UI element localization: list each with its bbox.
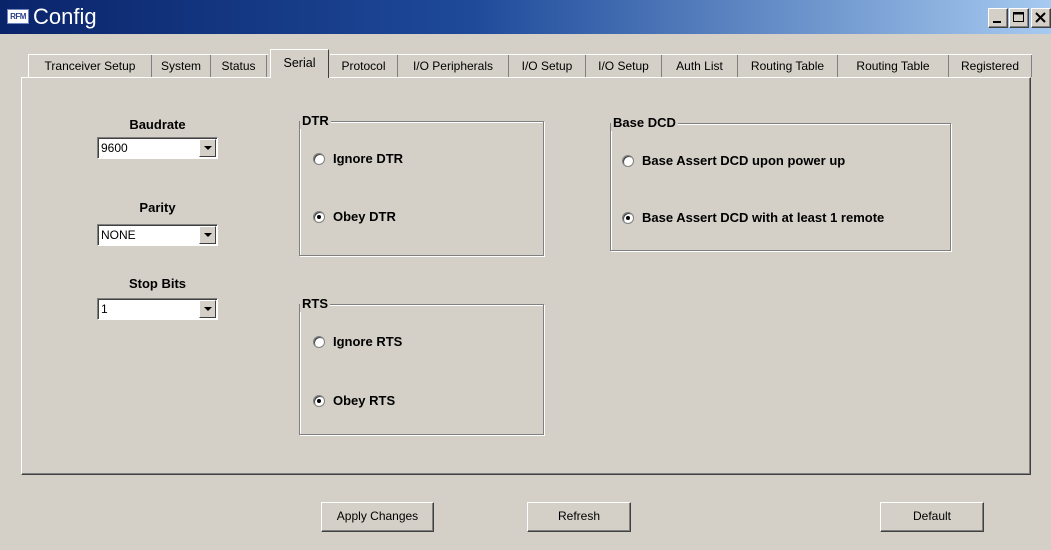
radio-unchecked-icon [622, 155, 634, 167]
obey-dtr-label: Obey DTR [333, 209, 396, 224]
tab-status[interactable]: Status [211, 55, 267, 77]
close-button[interactable] [1031, 8, 1051, 28]
radio-unchecked-icon [313, 153, 325, 165]
app-icon: RFM [7, 9, 29, 24]
radio-checked-icon [313, 395, 325, 407]
tab-routing-table-1[interactable]: Routing Table [738, 55, 838, 77]
ignore-rts-label: Ignore RTS [333, 334, 403, 349]
tab-protocol[interactable]: Protocol [330, 55, 398, 77]
apply-changes-button[interactable]: Apply Changes [321, 502, 434, 532]
radio-unchecked-icon [313, 336, 325, 348]
base-dcd-group: Base DCD [610, 115, 951, 251]
parity-label: Parity [139, 200, 176, 215]
stop-bits-value: 1 [101, 302, 108, 316]
obey-rts-label: Obey RTS [333, 393, 396, 408]
tab-io-setup-1[interactable]: I/O Setup [509, 55, 586, 77]
dtr-group-title: DTR [300, 113, 331, 129]
base-dcd-group-title: Base DCD [611, 115, 678, 131]
close-icon [1035, 12, 1046, 23]
minimize-button[interactable] [988, 8, 1008, 28]
tab-auth-list[interactable]: Auth List [662, 55, 738, 77]
stop-bits-select[interactable]: 1 [97, 298, 218, 320]
tab-routing-table-2[interactable]: Routing Table [838, 55, 949, 77]
tab-serial[interactable]: Serial [270, 49, 329, 78]
default-button[interactable]: Default [880, 502, 984, 532]
title-bar[interactable]: RFM Config [0, 0, 1051, 34]
dtr-group: DTR [299, 113, 544, 256]
tab-registered[interactable]: Registered [949, 55, 1032, 77]
maximize-button[interactable] [1009, 8, 1029, 28]
baudrate-select[interactable]: 9600 [97, 137, 218, 159]
parity-select[interactable]: NONE [97, 224, 218, 246]
dropdown-arrow-icon[interactable] [199, 300, 216, 318]
radio-checked-icon [313, 211, 325, 223]
dropdown-arrow-icon[interactable] [199, 226, 216, 244]
ignore-dtr-label: Ignore DTR [333, 151, 404, 166]
baudrate-value: 9600 [101, 141, 128, 155]
dropdown-arrow-icon[interactable] [199, 139, 216, 157]
maximize-icon [1013, 12, 1024, 22]
radio-checked-icon [622, 212, 634, 224]
tab-system[interactable]: System [152, 55, 211, 77]
rts-group-title: RTS [300, 296, 330, 312]
tab-io-peripherals[interactable]: I/O Peripherals [398, 55, 509, 77]
tab-io-setup-2[interactable]: I/O Setup [586, 55, 662, 77]
refresh-button[interactable]: Refresh [527, 502, 631, 532]
base-assert-dcd-power-up-label: Base Assert DCD upon power up [642, 153, 846, 168]
baudrate-label: Baudrate [129, 117, 186, 132]
tab-tranceiver-setup[interactable]: Tranceiver Setup [28, 55, 152, 77]
parity-value: NONE [101, 228, 136, 242]
base-assert-dcd-remote-label: Base Assert DCD with at least 1 remote [642, 210, 885, 225]
minimize-icon [993, 21, 1001, 23]
rts-group: RTS [299, 296, 544, 435]
window-title: Config [33, 4, 97, 29]
stop-bits-label: Stop Bits [128, 276, 187, 291]
